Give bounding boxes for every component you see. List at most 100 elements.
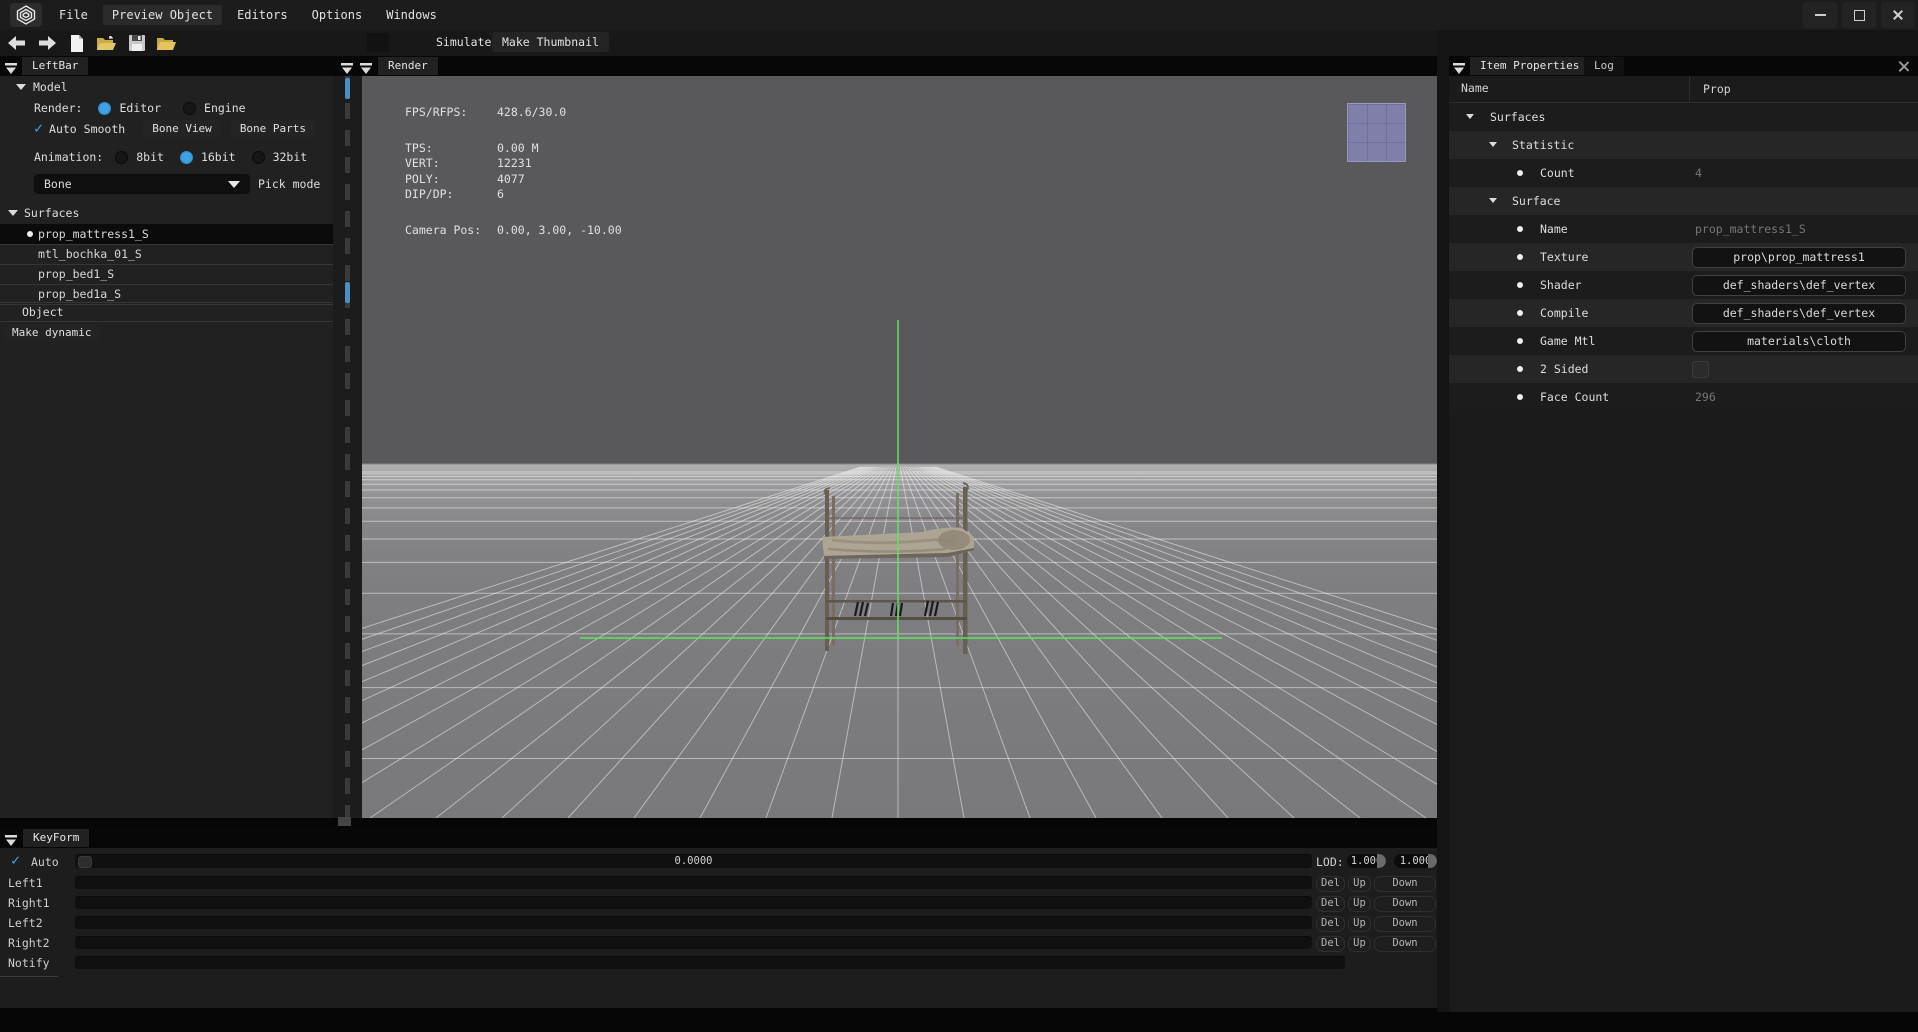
keyform-row-label: Right2 [8,936,50,950]
expander-icon[interactable] [1489,142,1497,147]
bone-parts-button[interactable]: Bone Parts [231,120,315,137]
scrollbar-thumb[interactable] [345,78,350,99]
del-button[interactable]: Del [1316,896,1345,912]
viewport-scrollbar-handle[interactable] [338,817,351,826]
menu-windows[interactable]: Windows [377,5,446,25]
menu-options[interactable]: Options [303,5,372,25]
two-sided-checkbox[interactable] [1692,361,1709,378]
del-button[interactable]: Del [1316,916,1345,932]
radio-render-editor[interactable] [98,102,111,115]
keyform-track[interactable] [75,876,1312,889]
lod-field-2[interactable]: 1.000 [1394,854,1437,868]
render-viewport[interactable]: FPS/RFPS:428.6/30.0 TPS:0.00 M VERT:1223… [362,76,1437,818]
object-section-header[interactable]: Object [0,302,333,322]
down-button[interactable]: Down [1374,916,1436,932]
menu-editors[interactable]: Editors [228,5,297,25]
forward-icon[interactable] [36,33,57,53]
expander-icon [16,84,26,90]
down-button[interactable]: Down [1374,896,1436,912]
animation-row: Animation: 8bit 16bit 32bit [34,150,307,164]
smooth-row: ✓ Auto Smooth Bone View Bone Parts [34,120,315,137]
lod-field-1[interactable]: 1.000 [1347,854,1386,868]
panel-close-icon[interactable] [1898,60,1910,72]
tree-row-statistic[interactable]: Statistic [1449,131,1918,159]
surface-list-item[interactable]: prop_mattress1_S [0,224,333,245]
open-file-icon[interactable] [96,33,117,53]
expander-icon[interactable] [1489,198,1497,203]
keyform-header: KeyForm [0,828,1437,848]
panel-splitter[interactable] [333,76,362,818]
tab-keyform[interactable]: KeyForm [23,829,89,847]
tab-leftbar[interactable]: LeftBar [22,57,88,75]
del-button[interactable]: Del [1316,936,1345,952]
save-icon[interactable] [126,33,147,53]
collapse-panel-icon[interactable] [341,60,353,72]
expander-icon[interactable] [1466,114,1474,119]
game-mtl-value-button[interactable]: materials\cloth [1692,331,1906,352]
close-button[interactable] [1881,2,1915,28]
keyform-track[interactable] [75,916,1312,929]
prop-row-name[interactable]: Name prop_mattress1_S [1449,215,1918,243]
keyform-track[interactable] [75,936,1312,949]
up-button[interactable]: Up [1348,936,1371,952]
bone-dropdown[interactable]: Bone [34,174,250,194]
texture-value-button[interactable]: prop\prop_mattress1 [1692,247,1906,268]
simulate-button[interactable]: Simulate [430,33,497,51]
tab-item-properties[interactable]: Item Properties [1470,57,1589,75]
menu-preview-object[interactable]: Preview Object [103,5,222,25]
toolbar-empty-slot[interactable] [367,33,389,52]
splitter-shaft[interactable] [345,76,350,818]
make-dynamic-button[interactable]: Make dynamic [4,324,99,341]
make-thumbnail-button[interactable]: Make Thumbnail [492,32,609,52]
auto-label[interactable]: Auto [31,855,59,869]
tab-log[interactable]: Log [1584,57,1624,75]
tab-render[interactable]: Render [378,57,438,75]
maximize-button[interactable] [1842,2,1876,28]
surface-list-item[interactable]: prop_bed1_S [0,264,333,285]
back-icon[interactable] [6,33,27,53]
prop-row-count[interactable]: Count 4 [1449,159,1918,187]
auto-smooth-checkbox[interactable]: ✓ [34,122,43,135]
bullet-icon [1517,226,1523,232]
pick-mode-label[interactable]: Pick mode [258,177,320,191]
radio-render-engine[interactable] [183,102,196,115]
folder-icon[interactable] [156,33,177,53]
menu-file[interactable]: File [50,5,97,25]
collapse-panel-icon[interactable] [360,60,372,72]
shader-value-button[interactable]: def_shaders\def_vertex [1692,275,1906,296]
tree-row-surface[interactable]: Surface [1449,187,1918,215]
bone-view-button[interactable]: Bone View [143,120,221,137]
minimize-icon [1815,14,1826,16]
nav-cube[interactable] [1347,103,1406,162]
radio-anim-32bit[interactable] [252,151,265,164]
up-button[interactable]: Up [1348,876,1371,892]
tree-row-surfaces[interactable]: Surfaces [1449,103,1918,131]
lod-label: LOD: [1316,855,1344,869]
model-section-header[interactable]: Model [16,80,68,94]
collapse-panel-icon[interactable] [5,60,17,72]
collapse-panel-icon[interactable] [1453,60,1465,72]
up-button[interactable]: Up [1348,916,1371,932]
notify-track[interactable] [75,956,1345,969]
prop-row-face-count[interactable]: Face Count 296 [1449,383,1918,411]
keyform-row-label: Right1 [8,896,50,910]
compile-value-button[interactable]: def_shaders\def_vertex [1692,303,1906,324]
auto-checkbox[interactable]: ✓ [11,854,20,867]
new-file-icon[interactable] [66,33,87,53]
keyform-slider[interactable]: 0.0000 [75,854,1312,868]
down-button[interactable]: Down [1374,936,1436,952]
app-logo-icon[interactable] [10,3,42,27]
minimize-button[interactable] [1803,2,1837,28]
radio-anim-8bit[interactable] [115,151,128,164]
prop-row-texture: Texture prop\prop_mattress1 [1449,243,1918,271]
del-button[interactable]: Del [1316,876,1345,892]
down-button[interactable]: Down [1374,876,1436,892]
up-button[interactable]: Up [1348,896,1371,912]
surface-list-item[interactable]: mtl_bochka_01_S [0,244,333,265]
keyform-track[interactable] [75,896,1312,909]
collapse-panel-icon[interactable] [5,832,17,844]
radio-anim-16bit[interactable] [180,151,193,164]
scrollbar-thumb[interactable] [345,282,350,303]
selected-bullet-icon [27,231,33,237]
surfaces-section-header[interactable]: Surfaces [8,206,79,220]
